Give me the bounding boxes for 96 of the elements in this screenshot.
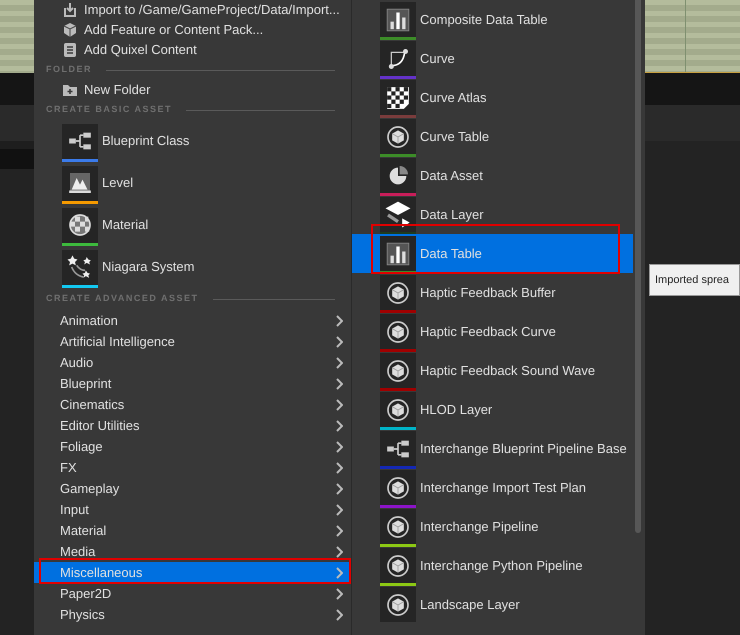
asset-label: Material bbox=[102, 216, 148, 234]
asset-item[interactable]: Level bbox=[34, 162, 351, 204]
chevron-right-icon bbox=[335, 398, 343, 410]
category-item[interactable]: Gameplay bbox=[34, 478, 351, 499]
category-label: Blueprint bbox=[60, 374, 112, 393]
asset-label: Data Layer bbox=[420, 206, 484, 224]
asset-label: Haptic Feedback Curve bbox=[420, 322, 556, 341]
category-label: Paper2D bbox=[60, 584, 112, 603]
category-item[interactable]: Audio bbox=[34, 352, 351, 373]
asset-item[interactable]: Curve bbox=[352, 39, 633, 78]
category-item[interactable]: Material bbox=[34, 520, 351, 541]
asset-item[interactable]: HLOD Layer bbox=[352, 390, 633, 429]
asset-item[interactable]: Interchange Import Test Plan bbox=[352, 468, 633, 507]
asset-item[interactable]: Niagara System bbox=[34, 246, 351, 288]
asset-label: Data Asset bbox=[420, 166, 483, 185]
asset-label: Curve bbox=[420, 50, 455, 68]
tooltip: Imported sprea bbox=[649, 264, 740, 296]
category-item[interactable]: Foliage bbox=[34, 436, 351, 457]
category-item[interactable]: Paper2D bbox=[34, 583, 351, 604]
menu-item[interactable]: Import to /Game/GameProject/Data/Import... bbox=[34, 0, 351, 20]
category-item[interactable]: FX bbox=[34, 457, 351, 478]
chevron-right-icon bbox=[335, 336, 343, 348]
category-label: Gameplay bbox=[60, 480, 120, 498]
asset-label: Interchange Pipeline bbox=[420, 518, 539, 536]
asset-label: Niagara System bbox=[102, 258, 194, 276]
category-item[interactable]: Editor Utilities bbox=[34, 415, 351, 436]
category-label: Artificial Intelligence bbox=[60, 332, 176, 351]
asset-item[interactable]: Material bbox=[34, 204, 351, 246]
chevron-right-icon bbox=[335, 524, 343, 536]
document-icon bbox=[62, 42, 78, 58]
chevron-right-icon bbox=[335, 566, 343, 578]
category-label: Animation bbox=[60, 312, 119, 330]
chevron-right-icon bbox=[335, 504, 343, 516]
folder-plus-icon bbox=[62, 82, 78, 98]
menu-item[interactable]: Add Feature or Content Pack... bbox=[34, 20, 351, 40]
asset-item[interactable]: Landscape Layer bbox=[352, 585, 633, 624]
asset-label: Composite Data Table bbox=[420, 10, 548, 29]
category-label: Audio bbox=[60, 354, 94, 372]
category-item[interactable]: Physics bbox=[34, 604, 351, 625]
asset-label: Interchange Import Test Plan bbox=[420, 478, 586, 497]
chevron-right-icon bbox=[335, 378, 343, 390]
menu-item[interactable]: New Folder bbox=[34, 80, 351, 100]
asset-item[interactable]: Haptic Feedback Curve bbox=[352, 312, 633, 351]
asset-label: Haptic Feedback Sound Wave bbox=[420, 362, 596, 380]
category-item[interactable]: Animation bbox=[34, 310, 351, 331]
chevron-right-icon bbox=[335, 356, 343, 368]
scrollbar-thumb[interactable] bbox=[635, 0, 641, 533]
editor-bar bbox=[0, 73, 34, 105]
category-item[interactable]: Blueprint bbox=[34, 373, 351, 394]
chevron-right-icon bbox=[335, 546, 343, 558]
asset-item[interactable]: Interchange Python Pipeline bbox=[352, 546, 633, 585]
asset-label: Curve Table bbox=[420, 128, 490, 146]
asset-label: Interchange Blueprint Pipeline Base bbox=[420, 440, 627, 458]
asset-label: HLOD Layer bbox=[420, 400, 492, 419]
chevron-right-icon bbox=[335, 420, 343, 432]
category-label: Material bbox=[60, 522, 108, 540]
asset-label: Data Table bbox=[420, 244, 482, 263]
category-item[interactable]: Media bbox=[34, 541, 351, 562]
category-item[interactable]: Miscellaneous bbox=[34, 562, 351, 583]
chevron-right-icon bbox=[335, 462, 343, 474]
asset-item[interactable]: Blueprint Class bbox=[34, 120, 351, 162]
asset-label: Blueprint Class bbox=[102, 132, 190, 150]
category-label: Foliage bbox=[60, 438, 104, 456]
asset-item[interactable]: Curve Atlas bbox=[352, 78, 633, 117]
category-label: Editor Utilities bbox=[60, 416, 140, 435]
chevron-right-icon bbox=[335, 588, 343, 600]
asset-item[interactable]: Curve Table bbox=[352, 117, 633, 156]
chevron-right-icon bbox=[335, 608, 343, 620]
category-label: FX bbox=[60, 458, 78, 477]
asset-label: Interchange Python Pipeline bbox=[420, 556, 583, 575]
asset-item[interactable]: Haptic Feedback Buffer bbox=[352, 273, 633, 312]
category-label: Media bbox=[60, 542, 96, 561]
asset-item[interactable]: Haptic Feedback Sound Wave bbox=[352, 351, 633, 390]
chevron-right-icon bbox=[335, 440, 343, 452]
asset-item[interactable]: Interchange Blueprint Pipeline Base bbox=[352, 429, 633, 468]
asset-label: Landscape Layer bbox=[420, 596, 520, 614]
asset-item[interactable]: Data Layer bbox=[352, 195, 633, 234]
category-item[interactable]: Cinematics bbox=[34, 394, 351, 415]
menu-item[interactable]: Add Quixel Content bbox=[34, 40, 351, 60]
category-label: Cinematics bbox=[60, 396, 126, 414]
asset-item[interactable]: Data Asset bbox=[352, 156, 633, 195]
box-icon bbox=[62, 22, 78, 38]
category-item[interactable]: Input bbox=[34, 499, 351, 520]
asset-label: Curve Atlas bbox=[420, 88, 486, 107]
category-item[interactable]: Artificial Intelligence bbox=[34, 331, 351, 352]
asset-item[interactable]: Interchange Pipeline bbox=[352, 507, 633, 546]
asset-label: Haptic Feedback Buffer bbox=[420, 284, 556, 302]
asset-item[interactable]: Composite Data Table bbox=[352, 0, 633, 39]
chevron-right-icon bbox=[335, 314, 343, 326]
category-label: Physics bbox=[60, 606, 106, 624]
category-label: Miscellaneous bbox=[60, 564, 144, 582]
category-label: Input bbox=[60, 500, 90, 519]
asset-item[interactable]: Data Table bbox=[352, 234, 633, 273]
asset-label: Level bbox=[102, 174, 134, 192]
chevron-right-icon bbox=[335, 482, 343, 494]
import-icon bbox=[62, 2, 78, 18]
